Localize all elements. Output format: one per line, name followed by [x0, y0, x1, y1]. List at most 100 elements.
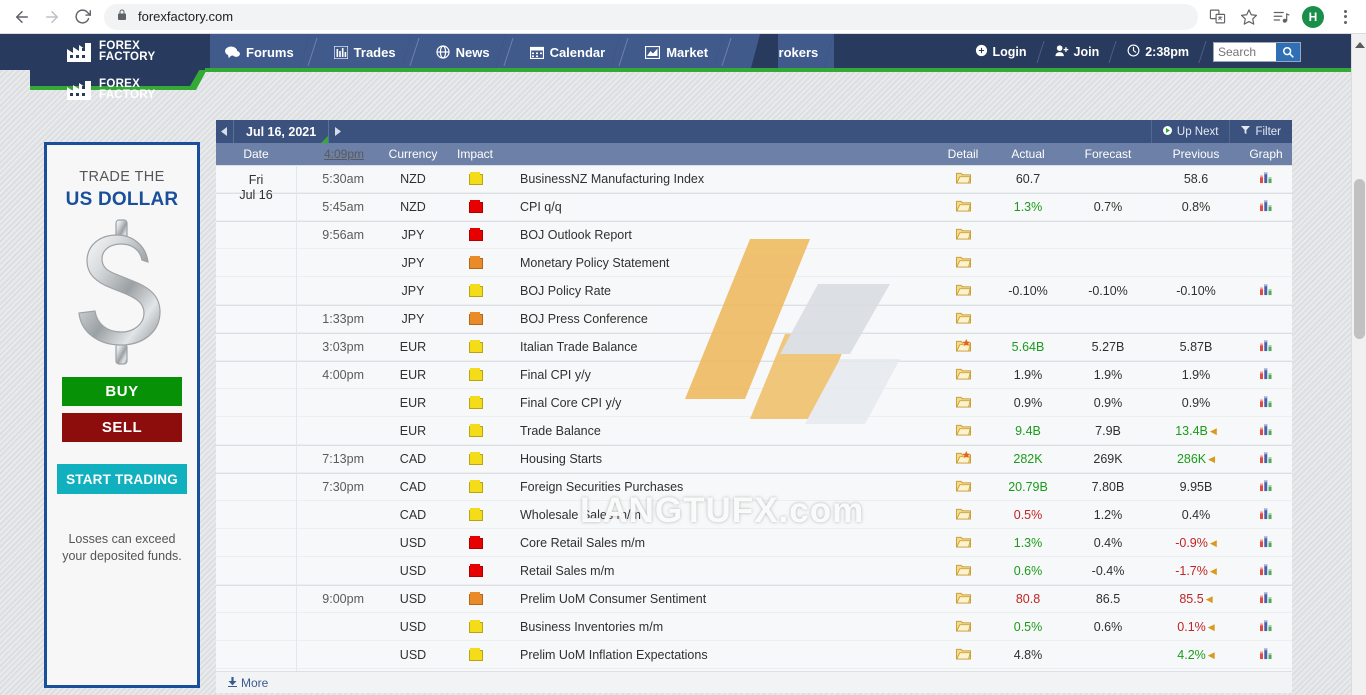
filter-button[interactable]: Filter [1229, 120, 1292, 143]
table-row[interactable]: 3:03pm EUR Italian Trade Balance 5.64B 5.27B… [216, 333, 1292, 361]
media-list-icon[interactable] [1268, 4, 1294, 30]
cell-detail[interactable] [934, 451, 992, 467]
cell-graph[interactable] [1240, 283, 1292, 299]
cell-event-title[interactable]: BusinessNZ Manufacturing Index [506, 172, 934, 186]
cell-detail[interactable] [934, 311, 992, 327]
cell-graph[interactable] [1240, 563, 1292, 579]
column-header-time[interactable]: 4:09pm [296, 147, 382, 161]
cell-detail[interactable] [934, 423, 992, 439]
cell-detail[interactable] [934, 227, 992, 243]
cell-impact[interactable] [444, 255, 506, 270]
table-row[interactable]: EUR Trade Balance 9.4B 7.9B 13.4B ◀ [216, 417, 1292, 445]
cell-impact[interactable] [444, 563, 506, 578]
cell-event-title[interactable]: Final Core CPI y/y [506, 396, 934, 410]
ad-cta-button[interactable]: START TRADING [57, 464, 187, 494]
table-row[interactable]: USD Business Inventories m/m 0.5% 0.6% 0.1% ◀ [216, 613, 1292, 641]
cell-event-title[interactable]: BOJ Outlook Report [506, 228, 934, 242]
cell-graph[interactable] [1240, 339, 1292, 355]
scrollbar-thumb[interactable] [1354, 179, 1365, 339]
cell-impact[interactable] [444, 283, 506, 298]
cell-impact[interactable] [444, 452, 506, 466]
cell-impact[interactable] [444, 368, 506, 382]
avatar[interactable]: H [1300, 4, 1326, 30]
nav-item-forums[interactable]: Forums [210, 34, 310, 70]
cell-detail[interactable] [934, 591, 992, 607]
forward-arrow-icon[interactable] [38, 3, 66, 31]
nav-item-trades[interactable]: Trades [318, 34, 412, 70]
cell-detail[interactable] [934, 619, 992, 635]
cell-impact[interactable] [444, 592, 506, 606]
site-clock[interactable]: 2:38pm [1113, 34, 1203, 70]
scroll-up-arrow-icon[interactable] [1355, 42, 1365, 48]
cell-event-title[interactable]: Foreign Securities Purchases [506, 480, 934, 494]
cell-graph[interactable] [1240, 171, 1292, 187]
cell-graph[interactable] [1240, 199, 1292, 215]
cell-detail[interactable] [934, 647, 992, 663]
cell-event-title[interactable]: Italian Trade Balance [506, 340, 934, 354]
cell-graph[interactable] [1240, 395, 1292, 411]
cell-detail[interactable] [934, 479, 992, 495]
cell-impact[interactable] [444, 480, 506, 494]
sidebar-ad[interactable]: TRADE THE US DOLLAR BUY SELL START TRADI… [44, 142, 200, 695]
cell-graph[interactable] [1240, 451, 1292, 467]
cell-event-title[interactable]: Monetary Policy Statement [506, 256, 934, 270]
cell-impact[interactable] [444, 228, 506, 242]
table-row[interactable]: JPY BOJ Policy Rate -0.10% -0.10% -0.10% [216, 277, 1292, 305]
site-logo-overlay[interactable]: FOREX FACTORY [40, 72, 210, 108]
cell-detail[interactable] [934, 339, 992, 355]
translate-icon[interactable] [1204, 4, 1230, 30]
table-row[interactable]: JPY Monetary Policy Statement [216, 249, 1292, 277]
cell-impact[interactable] [444, 647, 506, 662]
table-row[interactable]: 7:30pm CAD Foreign Securities Purchases 20.… [216, 473, 1292, 501]
table-row[interactable]: 5:30am NZD BusinessNZ Manufacturing Index 6… [216, 165, 1292, 193]
star-icon[interactable] [1236, 4, 1262, 30]
cell-event-title[interactable]: BOJ Policy Rate [506, 284, 934, 298]
kebab-menu-icon[interactable] [1332, 4, 1358, 30]
table-row[interactable]: USD Retail Sales m/m 0.6% -0.4% -1.7% ◀ [216, 557, 1292, 585]
cell-detail[interactable] [934, 367, 992, 383]
cell-event-title[interactable]: Wholesale Sales m/m [506, 508, 934, 522]
cell-graph[interactable] [1240, 619, 1292, 635]
table-row[interactable]: 4:00pm EUR Final CPI y/y 1.9% 1.9% 1.9% [216, 361, 1292, 389]
cell-impact[interactable] [444, 172, 506, 186]
cell-graph[interactable] [1240, 535, 1292, 551]
cell-event-title[interactable]: Prelim UoM Inflation Expectations [506, 648, 934, 662]
ad-container[interactable]: TRADE THE US DOLLAR BUY SELL START TRADI… [44, 142, 200, 688]
cell-impact[interactable] [444, 200, 506, 214]
reload-icon[interactable] [68, 3, 96, 31]
cell-event-title[interactable]: BOJ Press Conference [506, 312, 934, 326]
search-button[interactable] [1276, 43, 1300, 61]
cell-detail[interactable] [934, 283, 992, 299]
more-button[interactable]: More [216, 671, 1292, 693]
cell-graph[interactable] [1240, 367, 1292, 383]
address-bar[interactable]: forexfactory.com [104, 3, 1198, 30]
cell-detail[interactable] [934, 563, 992, 579]
page-scrollbar[interactable] [1351, 34, 1366, 695]
cell-impact[interactable] [444, 395, 506, 410]
table-row[interactable]: 9:56am JPY BOJ Outlook Report [216, 221, 1292, 249]
table-row[interactable]: 9:00pm USD Prelim UoM Consumer Sentiment 80… [216, 585, 1292, 613]
cell-detail[interactable] [934, 171, 992, 187]
site-logo[interactable]: FOREX FACTORY [40, 34, 210, 70]
table-row[interactable]: USD Prelim UoM Inflation Expectations 4.8%… [216, 641, 1292, 669]
cell-impact[interactable] [444, 507, 506, 522]
table-row[interactable]: 1:33pm JPY BOJ Press Conference [216, 305, 1292, 333]
cell-event-title[interactable]: Prelim UoM Consumer Sentiment [506, 592, 934, 606]
nav-item-market[interactable]: Market [630, 34, 725, 70]
cell-event-title[interactable]: Business Inventories m/m [506, 620, 934, 634]
cell-detail[interactable] [934, 535, 992, 551]
cell-event-title[interactable]: Trade Balance [506, 424, 934, 438]
cell-detail[interactable] [934, 199, 992, 215]
table-row[interactable]: EUR Final Core CPI y/y 0.9% 0.9% 0.9% [216, 389, 1292, 417]
cell-graph[interactable] [1240, 591, 1292, 607]
cell-event-title[interactable]: Retail Sales m/m [506, 564, 934, 578]
search-input[interactable] [1214, 43, 1276, 61]
cell-impact[interactable] [444, 535, 506, 550]
up-next-button[interactable]: Up Next [1150, 120, 1230, 143]
table-row[interactable]: 5:45am NZD CPI q/q 1.3% 0.7% 0.8% [216, 193, 1292, 221]
current-date-label[interactable]: Jul 16, 2021 [234, 120, 329, 143]
table-row[interactable]: CAD Wholesale Sales m/m 0.5% 1.2% 0.4% [216, 501, 1292, 529]
join-button[interactable]: Join [1041, 34, 1114, 70]
next-day-button[interactable] [328, 120, 347, 143]
cell-graph[interactable] [1240, 479, 1292, 495]
